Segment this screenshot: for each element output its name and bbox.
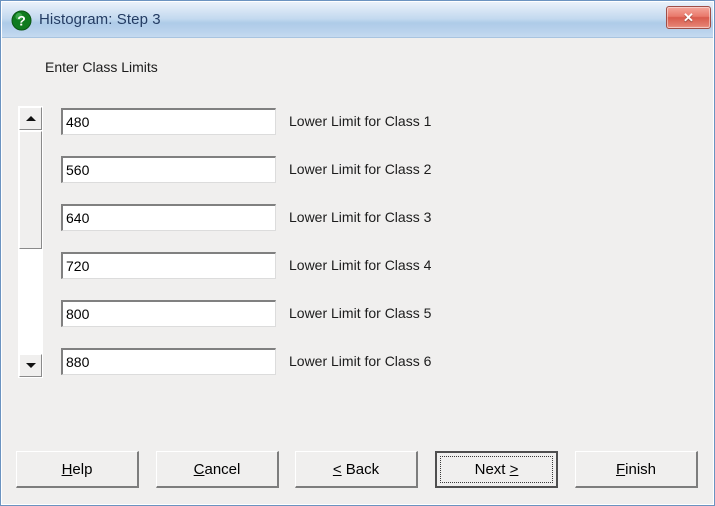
svg-text:?: ? [17,13,26,29]
lower-limit-input-4[interactable] [61,252,276,279]
scrollbar-thumb[interactable] [19,131,42,249]
cancel-button[interactable]: Cancel [156,451,279,488]
lower-limit-label-4: Lower Limit for Class 4 [289,257,432,273]
lower-limit-label-5: Lower Limit for Class 5 [289,305,432,321]
lower-limit-input-1[interactable] [61,108,276,135]
close-button[interactable]: ✕ [666,6,711,29]
help-button-label: Help [61,460,93,478]
lower-limit-input-6[interactable] [61,348,276,375]
lower-limit-input-2[interactable] [61,156,276,183]
title-bar: ? Histogram: Step 3 ✕ [2,2,714,38]
class-limit-row-3: Lower Limit for Class 3 [61,204,661,231]
close-icon: ✕ [683,10,694,25]
help-button[interactable]: Help [16,451,139,488]
scroll-up-arrow-icon [25,116,36,121]
class-limit-row-4: Lower Limit for Class 4 [61,252,661,279]
back-button[interactable]: < Back [295,451,418,488]
back-button-label: < Back [332,460,380,478]
lower-limit-label-2: Lower Limit for Class 2 [289,161,432,177]
scroll-down-button[interactable] [19,354,42,377]
green-question-mark-icon: ? [11,10,32,31]
scroll-down-arrow-icon [25,363,36,368]
next-button-label: Next > [474,461,519,478]
class-limit-row-2: Lower Limit for Class 2 [61,156,661,183]
lower-limit-label-1: Lower Limit for Class 1 [289,113,432,129]
page-title: Enter Class Limits [45,59,158,75]
cancel-button-label: Cancel [193,460,241,478]
lower-limit-label-3: Lower Limit for Class 3 [289,209,432,225]
lower-limit-input-3[interactable] [61,204,276,231]
lower-limit-label-6: Lower Limit for Class 6 [289,353,432,369]
scroll-up-button[interactable] [19,107,42,130]
finish-button-label: Finish [615,460,657,478]
class-limit-row-5: Lower Limit for Class 5 [61,300,661,327]
finish-button[interactable]: Finish [575,451,698,488]
class-limit-row-6: Lower Limit for Class 6 [61,348,661,375]
histogram-wizard-window: ? Histogram: Step 3 ✕ Enter Class Limits… [0,0,715,506]
vertical-scrollbar[interactable] [18,106,43,378]
window-title: Histogram: Step 3 [39,11,161,28]
next-button[interactable]: Next > [435,451,558,488]
lower-limit-input-5[interactable] [61,300,276,327]
class-limit-row-1: Lower Limit for Class 1 [61,108,661,135]
